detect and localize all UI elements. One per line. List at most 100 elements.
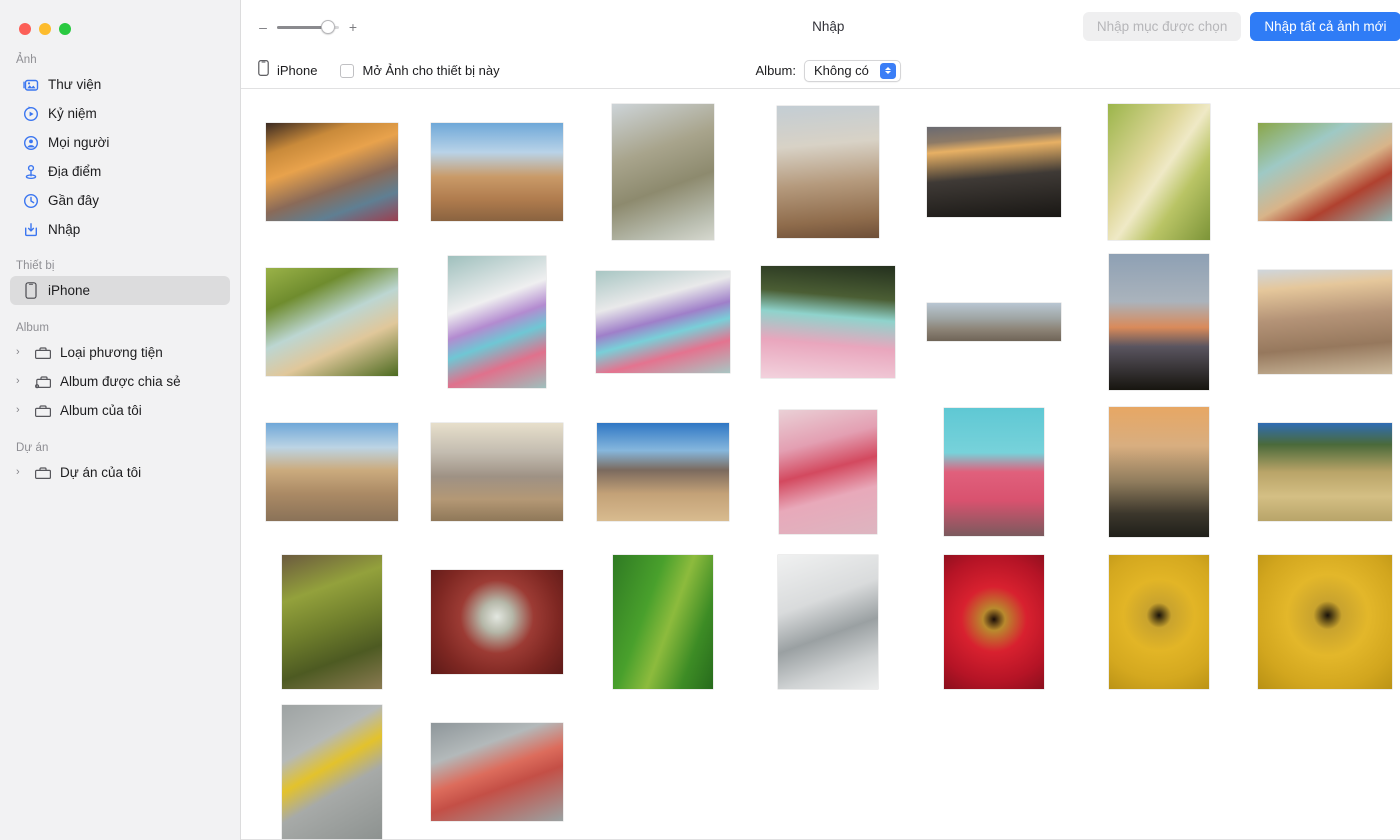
zoom-in-icon[interactable]: +: [348, 20, 358, 34]
photo-thumbnail-green-plant-leaves[interactable]: [282, 555, 382, 689]
photo-thumbnail-dried-plant[interactable]: [612, 104, 714, 240]
photo-thumbnail-desert-boulders-blue-sky[interactable]: [266, 423, 398, 521]
chevron-right-icon[interactable]: ›: [16, 347, 27, 358]
photo-thumbnail-eclairs-on-teal-plate[interactable]: [1258, 123, 1392, 221]
photo-cell[interactable]: [1077, 247, 1243, 397]
photo-cell[interactable]: [1077, 397, 1243, 547]
sidebar-item-memories[interactable]: Kỷ niệm: [10, 99, 230, 128]
photo-thumbnail-boulders-at-sunset[interactable]: [1258, 270, 1392, 374]
photo-thumbnail-mountain-panorama[interactable]: [927, 303, 1061, 341]
photo-thumbnail-wheat-field[interactable]: [1258, 423, 1392, 521]
photo-cell[interactable]: [415, 697, 581, 840]
photo-cell[interactable]: [746, 247, 912, 397]
sidebar-item-import[interactable]: Nhập: [10, 215, 230, 244]
photo-cell[interactable]: [580, 247, 746, 397]
photo-thumbnail-dog-on-rug[interactable]: [266, 123, 398, 221]
minimize-button[interactable]: [39, 23, 51, 35]
slider-fill: [277, 26, 325, 29]
album-selected-value: Không có: [814, 63, 869, 78]
album-popup-button[interactable]: Không có: [804, 60, 901, 82]
photo-thumbnail-macarons-plate-landscape[interactable]: [596, 271, 730, 373]
photo-cell[interactable]: [1242, 547, 1400, 697]
photo-thumbnail-yellow-gerbera-2[interactable]: [1258, 555, 1392, 689]
device-info: iPhone Mở Ảnh cho thiết bị này: [258, 60, 500, 81]
zoom-button[interactable]: [59, 23, 71, 35]
photo-thumbnail-mobius-arch[interactable]: [597, 423, 729, 521]
people-icon: [22, 134, 39, 151]
photo-thumbnail-macaron-stack-pink-plate[interactable]: [761, 266, 895, 378]
photo-thumbnail-mountains-dusk-portrait[interactable]: [1109, 254, 1209, 390]
photo-cell[interactable]: [746, 547, 912, 697]
photo-thumbnail-rock-formation[interactable]: [777, 106, 879, 238]
device-bar: iPhone Mở Ảnh cho thiết bị này Album: Kh…: [241, 53, 1400, 89]
photo-cell[interactable]: [580, 97, 746, 247]
photo-thumbnail-peacock-feather[interactable]: [778, 555, 878, 689]
photo-cell[interactable]: [746, 97, 912, 247]
chevron-right-icon[interactable]: ›: [16, 405, 27, 416]
photo-cell[interactable]: [911, 97, 1077, 247]
photo-cell[interactable]: [746, 397, 912, 547]
photo-cell[interactable]: [911, 397, 1077, 547]
zoom-slider-control[interactable]: – +: [258, 20, 358, 34]
photo-thumbnail-green-leaf-veins[interactable]: [613, 555, 713, 689]
photo-cell[interactable]: [249, 247, 415, 397]
photo-thumbnail-thistle-on-red[interactable]: [431, 570, 563, 674]
sidebar-item-library[interactable]: Thư viện: [10, 70, 230, 99]
photo-cell[interactable]: [249, 697, 415, 840]
photo-cell[interactable]: [1077, 547, 1243, 697]
photo-cell[interactable]: [415, 97, 581, 247]
memories-icon: [22, 105, 39, 122]
photo-cell[interactable]: [415, 397, 581, 547]
photo-thumbnail-sunset-over-sea[interactable]: [927, 127, 1061, 217]
photo-thumbnail-red-gerbera[interactable]: [944, 555, 1044, 689]
library-icon: [22, 76, 39, 93]
photo-thumbnail-pink-cake-teal-backdrop[interactable]: [944, 408, 1044, 536]
zoom-slider[interactable]: [277, 20, 339, 34]
iphone-icon: [258, 60, 269, 81]
photo-thumbnail-yellow-gerbera-1[interactable]: [1109, 555, 1209, 689]
sidebar-item-shared-albums[interactable]: › Album được chia sẻ: [10, 367, 230, 396]
sidebar-item-my-projects[interactable]: › Dự án của tôi: [10, 458, 230, 487]
sidebar-item-media-types[interactable]: › Loại phương tiện: [10, 338, 230, 367]
photo-cell[interactable]: [415, 247, 581, 397]
zoom-out-icon[interactable]: –: [258, 20, 268, 34]
photo-cell[interactable]: [911, 247, 1077, 397]
photo-cell[interactable]: [911, 547, 1077, 697]
photo-cell[interactable]: [249, 547, 415, 697]
photo-cell[interactable]: [1242, 397, 1400, 547]
import-selected-button[interactable]: Nhập mục được chọn: [1083, 12, 1241, 41]
slider-knob[interactable]: [321, 20, 335, 34]
photo-thumbnail-hazy-mountains-valley[interactable]: [431, 423, 563, 521]
photo-cell[interactable]: [580, 547, 746, 697]
photo-thumbnail-pastry-on-green-cloth[interactable]: [1108, 104, 1210, 240]
photo-cell[interactable]: [1242, 97, 1400, 247]
sidebar-item-people[interactable]: Mọi người: [10, 128, 230, 157]
photo-thumbnail-grapefruit-halves[interactable]: [431, 723, 563, 821]
photo-cell[interactable]: [249, 397, 415, 547]
photo-thumbnail-macarons-top-view-portrait[interactable]: [448, 256, 546, 388]
photo-thumbnail-grass-at-dusk[interactable]: [1109, 407, 1209, 537]
photo-thumbnail-yellow-gerbera-on-gray[interactable]: [282, 705, 382, 839]
photo-cell[interactable]: [249, 97, 415, 247]
photo-cell[interactable]: [580, 397, 746, 547]
sidebar-item-my-albums[interactable]: › Album của tôi: [10, 396, 230, 425]
chevron-right-icon[interactable]: ›: [16, 467, 27, 478]
toolbar-actions: Nhập mục được chọn Nhập tất cả ảnh mới: [1083, 12, 1400, 41]
photo-cell[interactable]: [415, 547, 581, 697]
photo-thumbnail-pastry-plate-green-bg[interactable]: [266, 268, 398, 376]
open-photos-checkbox-row[interactable]: Mở Ảnh cho thiết bị này: [340, 63, 499, 78]
photo-thumbnail-pink-table-dessert-flatlay[interactable]: [779, 410, 877, 534]
sidebar-item-recents[interactable]: Gần đây: [10, 186, 230, 215]
photo-cell[interactable]: [1242, 247, 1400, 397]
photo-cell[interactable]: [1077, 97, 1243, 247]
photo-thumbnail-canyon-road[interactable]: [431, 123, 563, 221]
close-button[interactable]: [19, 23, 31, 35]
photo-grid[interactable]: [241, 89, 1400, 840]
chevron-right-icon[interactable]: ›: [16, 376, 27, 387]
sidebar-section-title: Ảnh: [0, 54, 240, 70]
sidebar-item-iphone[interactable]: iPhone: [10, 276, 230, 305]
open-photos-checkbox[interactable]: [340, 64, 354, 78]
sidebar-item-places[interactable]: Địa điểm: [10, 157, 230, 186]
sidebar-section-title: Thiết bị: [0, 260, 240, 276]
import-all-new-button[interactable]: Nhập tất cả ảnh mới: [1250, 12, 1400, 41]
